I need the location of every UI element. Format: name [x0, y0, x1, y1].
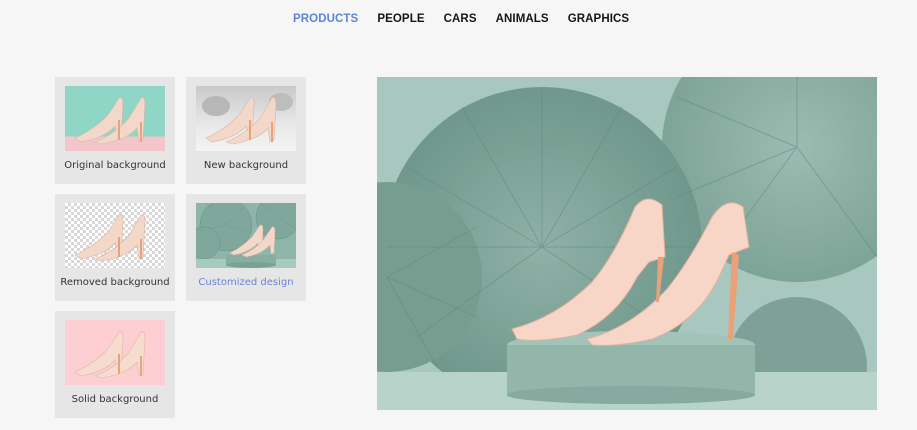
nav-people[interactable]: PEOPLE [377, 10, 424, 28]
thumb-new-background[interactable]: New background [186, 77, 306, 184]
new-background-image [196, 86, 296, 151]
transparent-background-image [65, 203, 165, 268]
category-nav: PRODUCTS PEOPLE CARS ANIMALS GRAPHICS [293, 10, 629, 28]
thumb-solid-background[interactable]: Solid background [55, 311, 175, 418]
solid-background-image [65, 320, 165, 385]
thumb-caption: New background [203, 160, 289, 171]
thumb-customized-design[interactable]: Customized design [186, 194, 306, 301]
thumb-removed-background[interactable]: Removed background [55, 194, 175, 301]
nav-graphics[interactable]: GRAPHICS [568, 10, 630, 28]
main-preview-image [377, 77, 877, 410]
thumb-caption: Customized design [198, 277, 294, 288]
thumb-caption: Solid background [71, 394, 159, 405]
nav-animals[interactable]: ANIMALS [496, 10, 549, 28]
thumb-caption: Original background [64, 160, 166, 171]
thumb-original-background[interactable]: Original background [55, 77, 175, 184]
customized-design-image [196, 203, 296, 268]
original-background-image [65, 86, 165, 151]
thumb-caption: Removed background [60, 277, 170, 288]
nav-cars[interactable]: CARS [444, 10, 477, 28]
nav-products[interactable]: PRODUCTS [293, 10, 358, 28]
